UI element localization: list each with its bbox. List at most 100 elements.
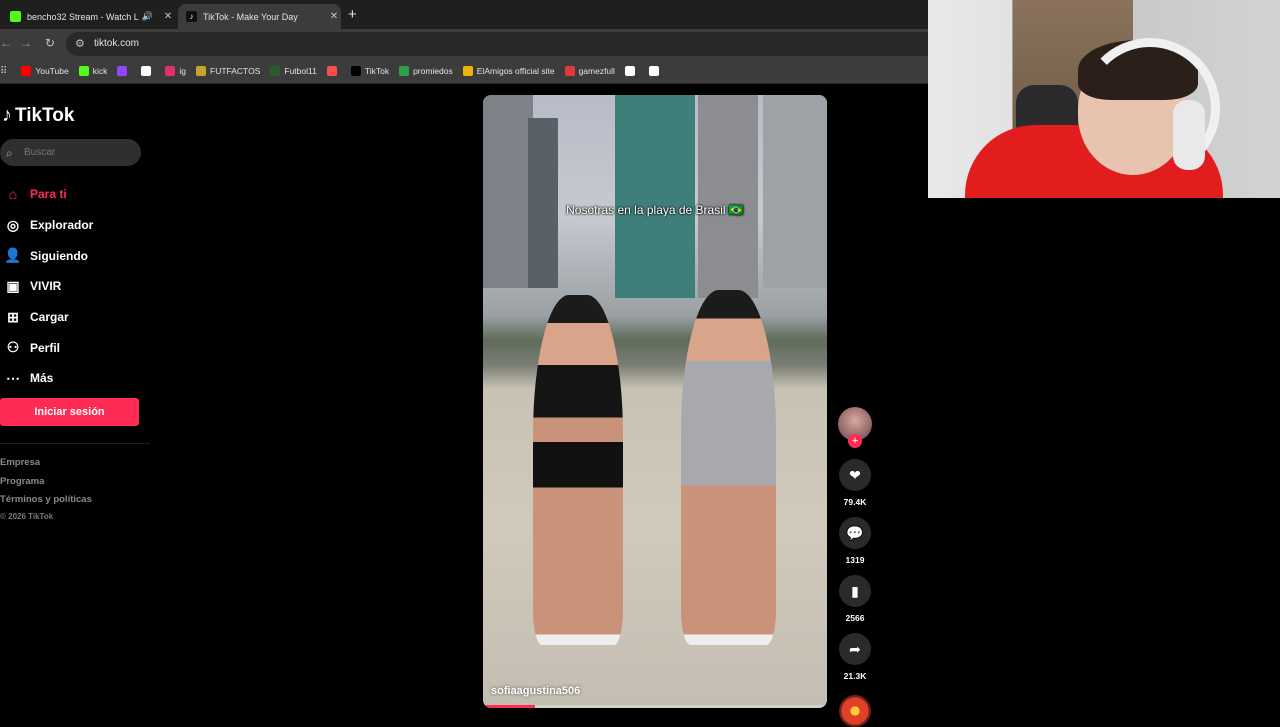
nav-item-label: Explorador [30, 218, 94, 233]
youtube-icon [21, 66, 32, 76]
nav-item-upload[interactable]: ⊞ Cargar [0, 302, 160, 333]
tiktok-icon [350, 66, 361, 76]
video-username[interactable]: sofiaagustina506 [491, 685, 580, 697]
futfactos-icon [196, 66, 206, 76]
close-tab-icon[interactable]: ✕ [327, 11, 341, 22]
bookmark-label: gamezfull [578, 66, 615, 76]
video-player[interactable]: Nosotras en la playa de Brasil 🇧🇷 sofiaa… [483, 95, 827, 708]
bookmark-elamigos-official-site[interactable]: ElAmigos official site [462, 66, 555, 76]
search-icon: ⌕ [6, 146, 13, 160]
share-count: 21.3K [843, 671, 867, 681]
bookmark-x[interactable] [141, 66, 155, 76]
bookmark-label: promiedos [413, 66, 453, 76]
bookmark-label: Futbol11 [284, 66, 317, 76]
bookmark-label: YouTube [35, 66, 69, 76]
building-image [615, 95, 695, 298]
person-image [533, 295, 623, 645]
like-action: ❤ 79.4K [837, 459, 873, 507]
bookmark-ig[interactable]: ig [165, 66, 186, 76]
nav-item-home[interactable]: ⌂ Para ti [0, 179, 160, 210]
save-action: ▮ 2566 [837, 575, 873, 623]
bookmark-mail[interactable] [326, 66, 341, 76]
bookmark-icon[interactable]: ▮ [839, 575, 871, 607]
tiktok-logo[interactable]: ♪ TikTok [2, 104, 74, 127]
more-icon: ⋯ [6, 369, 20, 386]
browser-chrome: bencho32 Stream - Watch L 🔊 ✕ ♪ TikTok -… [0, 0, 928, 84]
nav-item-following[interactable]: 👤 Siguiendo [0, 240, 160, 271]
back-icon[interactable]: ← [0, 36, 12, 50]
twitch-icon [117, 66, 128, 76]
share-action: ➦ 21.3K [837, 633, 873, 681]
nav-item-label: Cargar [30, 310, 69, 325]
creator-avatar[interactable]: + [838, 407, 872, 448]
comment-icon[interactable]: 💬 [839, 517, 871, 549]
address-bar[interactable]: ⚙ tiktok.com [66, 32, 928, 56]
tab-bar: bencho32 Stream - Watch L 🔊 ✕ ♪ TikTok -… [0, 0, 928, 29]
live-icon: ▣ [6, 277, 20, 294]
bookmark-label: ig [179, 66, 186, 76]
bookmarks-bar: ⠿ YouTube kick ig FUTFACTOS Futbol11 TikTok pr… [0, 59, 928, 84]
tab-title: TikTok - Make Your Day [203, 11, 298, 22]
promiedos-icon [399, 66, 410, 76]
bookmark-diamond[interactable] [624, 66, 639, 76]
bookmark-futbol11[interactable]: Futbol11 [270, 66, 317, 76]
bookmark-twitch[interactable] [117, 66, 131, 76]
nav-item-profile[interactable]: ⚇ Perfil [0, 332, 160, 363]
bookmark-label: ElAmigos official site [476, 66, 555, 76]
nav-item-live[interactable]: ▣ VIVIR [0, 271, 160, 302]
bookmark-tiktok[interactable]: TikTok [350, 66, 389, 76]
nav-item-label: Perfil [30, 340, 61, 355]
bookmark-promiedos[interactable]: promiedos [399, 66, 453, 76]
bookmark-kick[interactable]: kick [78, 66, 107, 76]
close-tab-icon[interactable]: ✕ [161, 11, 175, 22]
futbol11-icon [270, 66, 281, 76]
video-progress-fill [483, 705, 535, 708]
bookmark-youtube[interactable]: YouTube [21, 66, 69, 76]
follow-plus-icon[interactable]: + [848, 434, 862, 448]
share-icon[interactable]: ➦ [839, 633, 871, 665]
sidebar: ♪ TikTok ⌕ ⌂ Para ti ◎ Explorador 👤 Siguiendo… [0, 84, 160, 720]
building-image [698, 95, 758, 298]
bookmark-seventy-six[interactable] [648, 66, 663, 76]
tab-title: bencho32 Stream - Watch L [27, 11, 139, 22]
video-caption: Nosotras en la playa de Brasil 🇧🇷 [566, 203, 744, 217]
kick-favicon-icon [10, 11, 21, 22]
footer-link-terminos[interactable]: Términos y políticas [0, 491, 92, 510]
tab-tiktok[interactable]: ♪ TikTok - Make Your Day ✕ [178, 4, 341, 29]
site-settings-icon[interactable]: ⚙ [75, 37, 85, 50]
diamond-icon [624, 66, 635, 76]
search-box[interactable]: ⌕ [0, 139, 141, 166]
tiktok-favicon-icon: ♪ [186, 11, 197, 22]
headset-earcup-image [1173, 100, 1205, 170]
apps-icon[interactable]: ⠿ [0, 66, 7, 77]
heart-icon[interactable]: ❤ [839, 459, 871, 491]
speaker-icon[interactable]: 🔊 [142, 11, 153, 22]
login-button[interactable]: Iniciar sesión [0, 398, 139, 426]
bookmark-futfactos[interactable]: FUTFACTOS [196, 66, 260, 76]
webcam-overlay [928, 0, 1280, 198]
bookmark-gamezfull[interactable]: gamezfull [564, 66, 615, 76]
nav-item-label: Siguiendo [30, 248, 88, 263]
following-icon: 👤 [4, 247, 22, 264]
forward-icon[interactable]: → [20, 36, 32, 50]
search-input[interactable] [24, 147, 134, 158]
person-image [681, 290, 776, 645]
upload-icon: ⊞ [7, 308, 19, 325]
tab-kick-stream[interactable]: bencho32 Stream - Watch L 🔊 ✕ [10, 4, 175, 29]
url-text: tiktok.com [94, 38, 140, 49]
nav-item-label: VIVIR [30, 279, 62, 294]
bookmark-label: FUTFACTOS [210, 66, 261, 76]
copyright: © 2026 TikTok [0, 511, 54, 521]
building-image [763, 95, 827, 288]
nav-item-label: Para ti [30, 187, 67, 202]
music-disc-icon[interactable] [839, 695, 871, 727]
video-progress-bar[interactable] [483, 705, 827, 708]
like-count: 79.4K [843, 497, 867, 507]
save-count: 2566 [845, 613, 865, 623]
nav-item-more[interactable]: ⋯ Más [0, 363, 160, 394]
nav-item-compass[interactable]: ◎ Explorador [0, 210, 160, 241]
footer-link-empresa[interactable]: Empresa [0, 454, 92, 473]
footer-link-programa[interactable]: Programa [0, 473, 92, 492]
reload-icon[interactable]: ↻ [45, 36, 55, 50]
new-tab-button[interactable]: + [348, 6, 357, 23]
